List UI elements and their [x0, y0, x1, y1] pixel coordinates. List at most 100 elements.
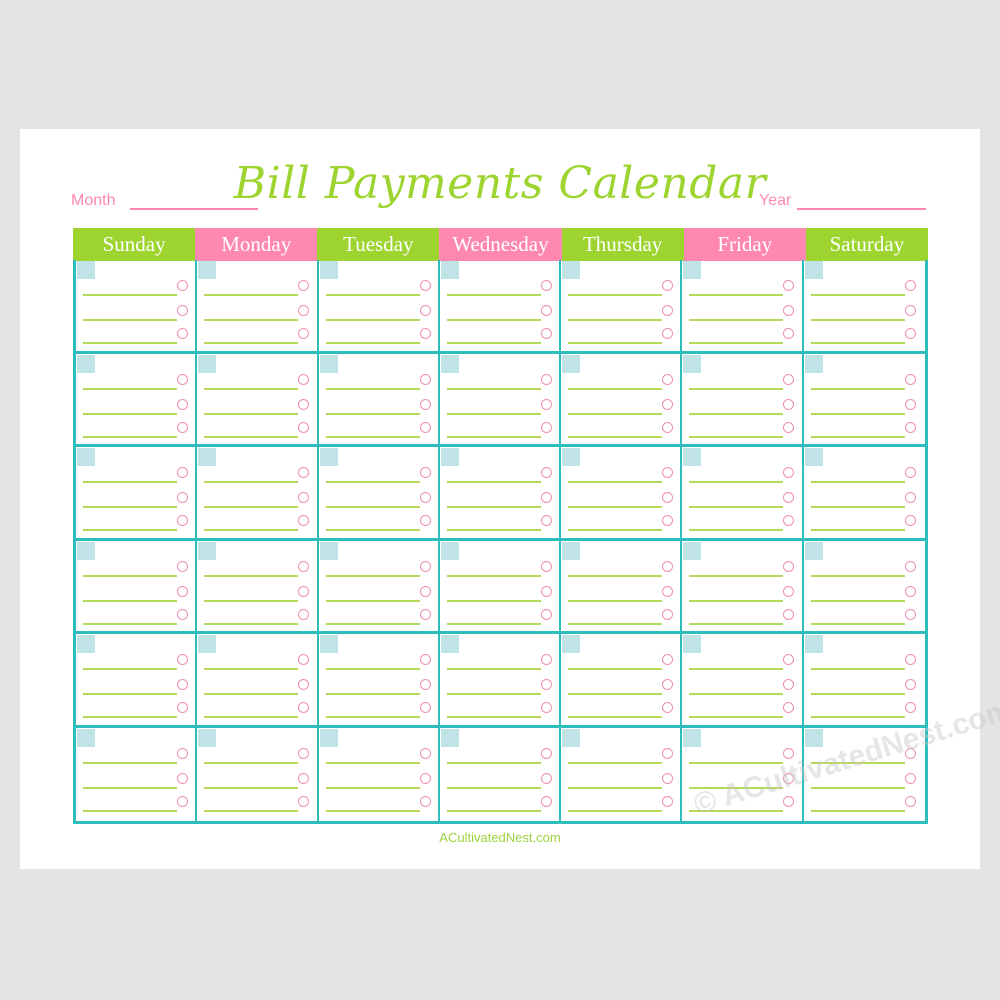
day-cell[interactable] [318, 353, 440, 447]
paid-checkbox-circle-icon[interactable] [177, 747, 188, 759]
paid-checkbox-circle-icon[interactable] [177, 560, 188, 572]
paid-checkbox-circle-icon[interactable] [177, 421, 188, 433]
bill-entry-line[interactable] [325, 435, 420, 438]
bill-entry-line[interactable] [568, 693, 663, 695]
day-cell[interactable] [319, 727, 440, 821]
day-cell[interactable] [318, 540, 440, 634]
paid-checkbox-circle-icon[interactable] [540, 515, 552, 526]
bill-entry-line[interactable] [204, 506, 299, 508]
day-cell[interactable] [439, 260, 562, 354]
paid-checkbox-circle-icon[interactable] [298, 747, 310, 759]
paid-checkbox-circle-icon[interactable] [904, 795, 916, 807]
paid-checkbox-circle-icon[interactable] [177, 492, 188, 503]
bill-entry-line[interactable] [568, 574, 663, 577]
bill-entry-line[interactable] [325, 716, 420, 718]
bill-entry-line[interactable] [446, 809, 541, 812]
date-number-box[interactable] [562, 448, 581, 466]
bill-entry-line[interactable] [83, 786, 177, 789]
bill-entry-line[interactable] [689, 693, 784, 695]
date-number-box[interactable] [804, 541, 823, 560]
paid-checkbox-circle-icon[interactable] [298, 560, 310, 572]
paid-checkbox-circle-icon[interactable] [540, 467, 552, 478]
paid-checkbox-circle-icon[interactable] [177, 585, 188, 597]
date-number-box[interactable] [198, 541, 217, 560]
paid-checkbox-circle-icon[interactable] [298, 702, 310, 713]
date-number-box[interactable] [683, 635, 702, 653]
bill-entry-line[interactable] [446, 294, 541, 296]
paid-checkbox-circle-icon[interactable] [419, 515, 431, 526]
bill-entry-line[interactable] [689, 387, 784, 390]
date-number-box[interactable] [77, 448, 95, 466]
paid-checkbox-circle-icon[interactable] [177, 795, 188, 807]
paid-checkbox-circle-icon[interactable] [783, 654, 795, 665]
day-cell[interactable] [76, 447, 198, 541]
bill-entry-line[interactable] [83, 387, 177, 390]
bill-entry-line[interactable] [689, 481, 784, 483]
day-cell[interactable] [803, 634, 925, 728]
paid-checkbox-circle-icon[interactable] [177, 702, 188, 713]
paid-checkbox-circle-icon[interactable] [298, 515, 310, 526]
paid-checkbox-circle-icon[interactable] [177, 772, 188, 784]
day-cell[interactable] [561, 353, 683, 447]
bill-entry-line[interactable] [446, 319, 541, 321]
paid-checkbox-circle-icon[interactable] [662, 467, 674, 478]
bill-entry-line[interactable] [83, 412, 177, 415]
bill-entry-line[interactable] [83, 622, 177, 625]
paid-checkbox-circle-icon[interactable] [419, 280, 431, 291]
paid-checkbox-circle-icon[interactable] [298, 654, 310, 665]
date-number-box[interactable] [77, 354, 95, 373]
paid-checkbox-circle-icon[interactable] [419, 467, 431, 478]
day-cell[interactable] [682, 353, 804, 447]
paid-checkbox-circle-icon[interactable] [540, 654, 552, 665]
bill-entry-line[interactable] [204, 761, 299, 764]
bill-entry-line[interactable] [325, 761, 420, 764]
paid-checkbox-circle-icon[interactable] [298, 492, 310, 503]
bill-entry-line[interactable] [83, 716, 177, 718]
bill-entry-line[interactable] [446, 529, 541, 531]
bill-entry-line[interactable] [325, 809, 420, 812]
bill-entry-line[interactable] [568, 435, 663, 438]
paid-checkbox-circle-icon[interactable] [904, 421, 916, 433]
bill-entry-line[interactable] [446, 506, 541, 508]
paid-checkbox-circle-icon[interactable] [904, 608, 916, 620]
paid-checkbox-circle-icon[interactable] [783, 608, 795, 620]
date-number-box[interactable] [804, 261, 823, 279]
paid-checkbox-circle-icon[interactable] [783, 795, 795, 807]
paid-checkbox-circle-icon[interactable] [540, 747, 552, 759]
date-number-box[interactable] [440, 354, 459, 373]
bill-entry-line[interactable] [204, 481, 299, 483]
date-number-box[interactable] [562, 261, 581, 279]
paid-checkbox-circle-icon[interactable] [540, 328, 552, 339]
paid-checkbox-circle-icon[interactable] [298, 608, 310, 620]
paid-checkbox-circle-icon[interactable] [904, 280, 916, 291]
bill-entry-line[interactable] [446, 716, 541, 718]
paid-checkbox-circle-icon[interactable] [783, 421, 795, 433]
paid-checkbox-circle-icon[interactable] [419, 679, 431, 690]
bill-entry-line[interactable] [568, 786, 663, 789]
bill-entry-line[interactable] [83, 342, 177, 344]
paid-checkbox-circle-icon[interactable] [540, 585, 552, 597]
bill-entry-line[interactable] [568, 529, 663, 531]
bill-entry-line[interactable] [446, 599, 541, 602]
bill-entry-line[interactable] [810, 786, 905, 789]
day-cell[interactable] [197, 260, 319, 354]
bill-entry-line[interactable] [83, 529, 177, 531]
bill-entry-line[interactable] [204, 529, 299, 531]
bill-entry-line[interactable] [83, 435, 177, 438]
paid-checkbox-circle-icon[interactable] [540, 795, 552, 807]
day-cell[interactable] [197, 634, 319, 728]
bill-entry-line[interactable] [325, 481, 420, 483]
date-number-box[interactable] [77, 541, 95, 560]
paid-checkbox-circle-icon[interactable] [298, 421, 310, 433]
bill-entry-line[interactable] [446, 387, 541, 390]
paid-checkbox-circle-icon[interactable] [540, 305, 552, 316]
paid-checkbox-circle-icon[interactable] [904, 702, 916, 713]
day-cell[interactable] [197, 353, 319, 447]
date-number-box[interactable] [440, 728, 459, 747]
bill-entry-line[interactable] [325, 387, 420, 390]
day-cell[interactable] [318, 447, 440, 541]
paid-checkbox-circle-icon[interactable] [783, 373, 795, 385]
paid-checkbox-circle-icon[interactable] [177, 654, 188, 665]
day-cell[interactable] [803, 260, 925, 354]
bill-entry-line[interactable] [325, 319, 420, 321]
